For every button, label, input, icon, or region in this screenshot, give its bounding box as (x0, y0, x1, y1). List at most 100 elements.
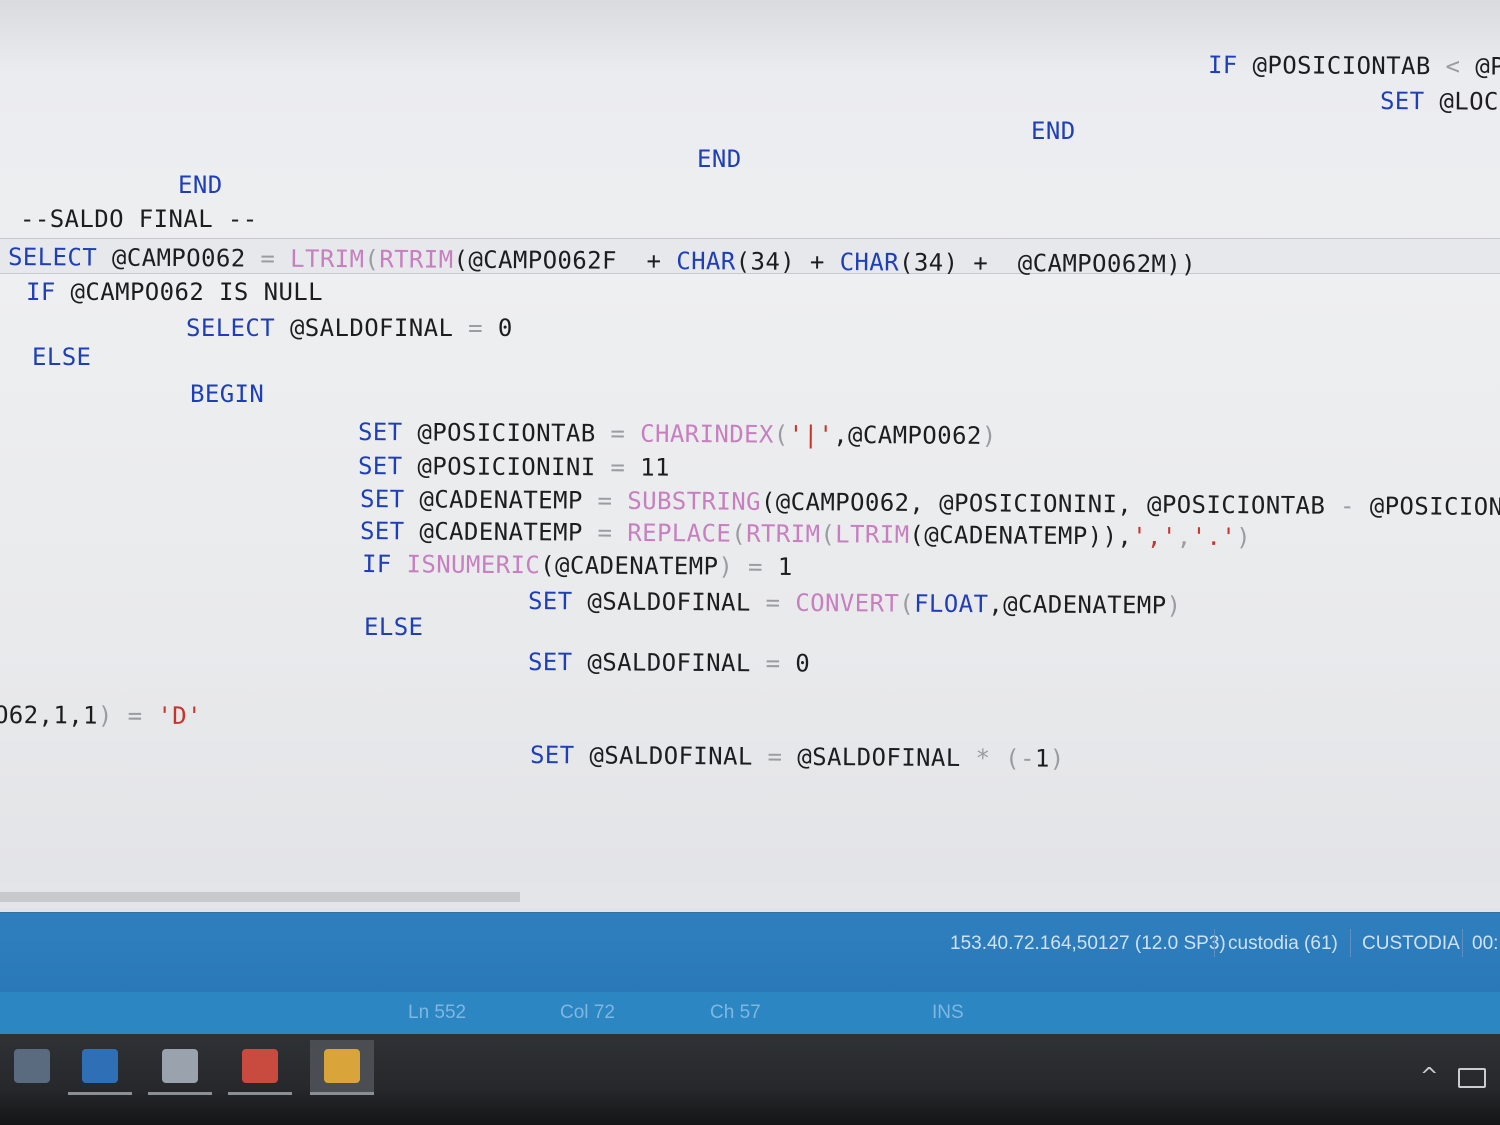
code-line-begin[interactable]: BEGIN (190, 379, 264, 409)
code-token: SELECT (7, 243, 98, 272)
code-line-set-loc[interactable]: SET @LOC (1380, 86, 1499, 117)
code-token: (34) + @CAMPO062M)) (898, 248, 1197, 279)
code-token: @LOC (1424, 87, 1499, 116)
column-number: Col 72 (560, 1002, 615, 1023)
code-token: CHARINDEX (640, 419, 774, 449)
code-token: RTRIM (746, 519, 821, 549)
code-token: @SALDOFINAL (572, 648, 766, 678)
code-token: IF (1207, 51, 1238, 80)
taskbar-button-file-explorer[interactable] (0, 1040, 64, 1092)
code-token: - (1339, 491, 1356, 520)
code-token: @CAMPO062 (97, 243, 261, 273)
code-token: = (260, 244, 276, 273)
code-token: @POSICIONTAB (1237, 51, 1446, 81)
code-line-end-3[interactable]: END (178, 170, 223, 200)
code-token: ( (773, 420, 789, 449)
code-token: SET (359, 485, 405, 514)
lync-icon (162, 1049, 198, 1083)
code-token: = (767, 742, 783, 771)
network-icon[interactable] (1458, 1068, 1486, 1088)
code-token: @SALDOFINAL (275, 314, 469, 342)
code-token: IF (361, 550, 392, 579)
code-token: 0 (780, 649, 811, 678)
taskbar-button-lync[interactable] (148, 1040, 212, 1095)
code-token: ELSE (364, 613, 424, 641)
code-line-select-saldofinal[interactable]: SELECT @SALDOFINAL = 0 (186, 313, 513, 343)
code-token: @POSICIONTAB (402, 418, 611, 448)
code-line-else-1[interactable]: ELSE (32, 342, 91, 372)
taskbar-button-ssms[interactable] (310, 1040, 374, 1095)
code-token: LTRIM (835, 520, 910, 549)
insert-mode: INS (932, 1002, 964, 1023)
file-explorer-icon (14, 1049, 50, 1083)
code-token: ) (1166, 591, 1182, 620)
code-token: @CAMPO062 IS NULL (55, 278, 323, 306)
code-token: END (1031, 117, 1076, 145)
code-token: 11 (625, 453, 670, 482)
code-token: (@CADENATEMP (540, 551, 719, 581)
code-token: @POSICIONINI (402, 452, 611, 482)
editor-status-bar: Ln 552 Col 72 Ch 57 INS (0, 992, 1500, 1034)
code-token: BEGIN (190, 380, 265, 408)
code-token: CHAR (839, 248, 900, 277)
query-editor[interactable]: IF @POSICIONTAB < @P SET @LOC END END END --S… (0, 0, 1500, 912)
code-line-set-saldofinal-zero[interactable]: SET @SALDOFINAL = 0 (528, 647, 810, 678)
code-token: @SALDOFINAL (574, 741, 768, 771)
scrollbar-thumb[interactable] (0, 892, 520, 902)
connection-status-bar: 153.40.72.164,50127 (12.0 SP3) custodia … (0, 912, 1500, 993)
code-line-if-posiciontab[interactable]: IF @POSICIONTAB < @P (1208, 50, 1500, 82)
code-token: @CADENATEMP (404, 485, 598, 515)
code-token: @CADENATEMP (404, 517, 598, 547)
code-token: ( (731, 519, 747, 548)
code-line-else-2[interactable]: ELSE (364, 612, 423, 642)
outlook-icon (82, 1049, 118, 1083)
code-token: END (697, 145, 742, 173)
code-line-set-cadenatemp-2[interactable]: SET @CADENATEMP = REPLACE(RTRIM(LTRIM(@C… (360, 516, 1251, 552)
taskbar-button-chrome[interactable] (228, 1040, 292, 1095)
code-token: = (610, 453, 626, 482)
show-hidden-icons-chevron-icon[interactable]: ^ (1420, 1064, 1444, 1089)
code-line-set-saldofinal-convert[interactable]: SET @SALDOFINAL = CONVERT(FLOAT,@CADENAT… (528, 586, 1182, 621)
code-token: FLOAT (914, 589, 989, 619)
code-token: (@CADENATEMP)), (909, 520, 1133, 551)
chrome-icon (242, 1049, 278, 1083)
code-token: ) (1049, 744, 1065, 773)
code-line-substring-d[interactable]: O62,1,1) = 'D' (0, 700, 202, 731)
code-token: LTRIM (290, 244, 365, 274)
code-token: SELECT (186, 314, 276, 342)
code-token: 'D' (157, 701, 203, 731)
code-token: ( (364, 245, 380, 274)
code-line-end-1[interactable]: END (1031, 116, 1076, 146)
elapsed-time: 00: (1472, 933, 1499, 954)
code-token: @SALDOFINAL (572, 587, 766, 617)
code-token: SET (529, 741, 575, 770)
ssms-icon (324, 1049, 360, 1083)
code-line-set-posicionini[interactable]: SET @POSICIONINI = 11 (358, 451, 670, 483)
code-token: ',' (1132, 522, 1177, 551)
code-line-if-null[interactable]: IF @CAMPO062 IS NULL (26, 277, 323, 307)
code-token: SET (357, 418, 403, 447)
code-token: CHAR (676, 247, 736, 276)
code-token: @SALDOFINAL (782, 742, 976, 773)
code-line-set-posiciontab[interactable]: SET @POSICIONTAB = CHARINDEX('|',@CAMPO0… (358, 417, 997, 451)
code-token: SET (527, 587, 573, 616)
code-token: = (765, 588, 781, 617)
database-name: CUSTODIA (1362, 933, 1460, 954)
code-line-end-2[interactable]: END (697, 144, 742, 174)
code-token: (@CAMPO062, @POSICIONINI, @POSICIONTAB (760, 487, 1341, 520)
code-token: 1 (762, 552, 793, 582)
code-token: ,@CADENATEMP (988, 590, 1167, 620)
taskbar-button-outlook[interactable] (68, 1040, 132, 1095)
code-line-if-isnumeric[interactable]: IF ISNUMERIC(@CADENATEMP) = 1 (362, 549, 793, 582)
code-token: , (1176, 522, 1192, 551)
server-info: 153.40.72.164,50127 (12.0 SP3) (950, 933, 1226, 954)
horizontal-scrollbar[interactable] (0, 884, 1500, 908)
code-line-comment-saldo[interactable]: --SALDO FINAL -- (20, 204, 258, 234)
code-line-set-saldofinal-negate[interactable]: SET @SALDOFINAL = @SALDOFINAL * (-1) (530, 740, 1065, 774)
code-token: SUBSTRING (627, 486, 762, 516)
